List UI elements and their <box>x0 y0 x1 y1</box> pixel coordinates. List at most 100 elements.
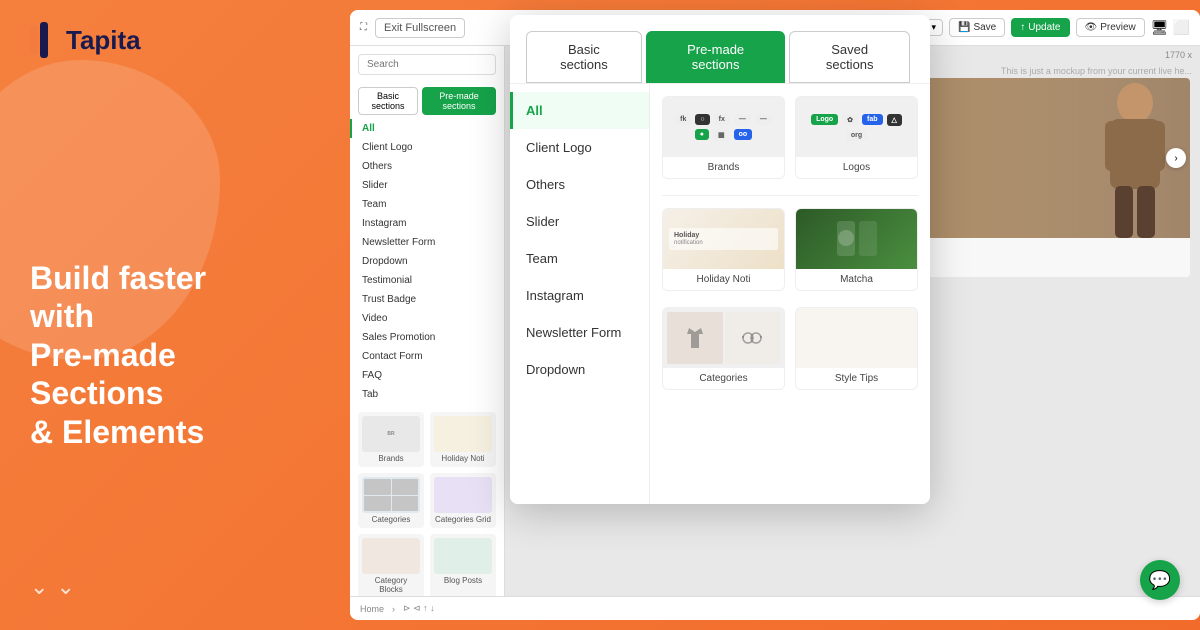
exit-fullscreen-button[interactable]: Exit Fullscreen <box>375 18 465 38</box>
thumb-brands[interactable]: BR Brands <box>358 412 424 467</box>
brand-chip-2: ○ <box>695 114 709 125</box>
sidebar-tab-basic[interactable]: Basic sections <box>358 87 418 115</box>
sidebar-category-all[interactable]: All <box>350 119 504 138</box>
matcha-card-image <box>796 209 917 269</box>
thumb-categories-grid[interactable]: Categories Grid <box>430 473 496 528</box>
tab-basic-sections[interactable]: Basic sections <box>526 31 642 83</box>
sidebar-category-others[interactable]: Others <box>350 157 504 176</box>
preview-icon: 👁 <box>1085 22 1098 33</box>
section-card-logos[interactable]: Logo ✿ fab △ org Logos <box>795 96 918 179</box>
holiday-card-image: Holiday notification <box>663 209 784 269</box>
divider-1 <box>662 195 918 196</box>
brand-chip-3: fx <box>714 114 730 125</box>
thumb-categories[interactable]: Categories <box>358 473 424 528</box>
logo-chip-5: org <box>846 130 867 141</box>
thumb-blog-posts[interactable]: Blog Posts <box>430 534 496 598</box>
nav-item-dropdown[interactable]: Dropdown <box>510 351 649 388</box>
bottom-nav-icons: ⊳ ⊲ ↑ ↓ <box>403 603 435 614</box>
categories-card-image <box>663 308 784 368</box>
section-grid-row1: fk ○ fx — — ● ▦ oo Brands <box>662 96 918 179</box>
holiday-card-label: Holiday Noti <box>663 269 784 290</box>
builder-bottom-bar: Home › ⊳ ⊲ ↑ ↓ <box>350 596 1200 620</box>
thumb-blog-posts-label: Blog Posts <box>434 576 492 585</box>
sidebar-category-faq[interactable]: FAQ <box>350 366 504 385</box>
sidebar-category-client-logo[interactable]: Client Logo <box>350 138 504 157</box>
tab-saved-sections[interactable]: Saved sections <box>789 31 910 83</box>
chat-bubble-button[interactable]: 💬 <box>1140 560 1180 600</box>
nav-item-instagram[interactable]: Instagram <box>510 277 649 314</box>
sidebar-category-sales[interactable]: Sales Promotion <box>350 328 504 347</box>
sidebar-category-instagram[interactable]: Instagram <box>350 214 504 233</box>
thumb-holiday-label: Holiday Noti <box>434 454 492 463</box>
panel-content: fk ○ fx — — ● ▦ oo Brands <box>650 84 930 504</box>
sidebar-category-tab[interactable]: Tab <box>350 385 504 404</box>
brand-chip-8: oo <box>734 129 753 140</box>
section-card-categories[interactable]: Categories <box>662 307 785 390</box>
section-grid-row3: Categories Style Tips <box>662 307 918 390</box>
thumb-categories-label: Categories <box>362 515 420 524</box>
sidebar-category-video[interactable]: Video <box>350 309 504 328</box>
panel-tabs: Basic sections Pre-made sections Saved s… <box>510 15 930 84</box>
section-card-holiday[interactable]: Holiday notification Holiday Noti <box>662 208 785 291</box>
nav-item-team[interactable]: Team <box>510 240 649 277</box>
nav-item-client-logo[interactable]: Client Logo <box>510 129 649 166</box>
dots-decoration: ⌄⌄ <box>30 574 75 600</box>
categories-card-label: Categories <box>663 368 784 389</box>
category-jacket-icon <box>685 324 705 352</box>
chat-icon: 💬 <box>1149 570 1171 591</box>
brands-card-image: fk ○ fx — — ● ▦ oo <box>663 97 784 157</box>
thumb-category-blocks[interactable]: Category Blocks <box>358 534 424 598</box>
nav-item-all[interactable]: All <box>510 92 649 129</box>
nav-item-newsletter[interactable]: Newsletter Form <box>510 314 649 351</box>
headline-line1: Build faster <box>30 259 310 297</box>
save-button[interactable]: 💾 Save <box>949 18 1005 37</box>
nav-item-slider[interactable]: Slider <box>510 203 649 240</box>
update-icon: ↑ <box>1020 22 1025 33</box>
brand-chip-1: fk <box>675 114 691 125</box>
brand-logos-row: fk ○ fx — — ● ▦ oo <box>663 110 784 145</box>
logos-row: Logo ✿ fab △ org <box>796 110 917 145</box>
headline: Build faster with Pre-made Sections & El… <box>30 259 310 451</box>
section-card-style-tips[interactable]: Style Tips <box>795 307 918 390</box>
headline-line2: with <box>30 297 310 335</box>
panel-nav: All Client Logo Others Slider Team Insta… <box>510 84 650 504</box>
holiday-text: Holiday <box>674 231 773 240</box>
thumb-categories-grid-label: Categories Grid <box>434 515 492 524</box>
thumb-brands-label: Brands <box>362 454 420 463</box>
tab-premade-sections[interactable]: Pre-made sections <box>646 31 786 83</box>
logos-card-image: Logo ✿ fab △ org <box>796 97 917 157</box>
style-tips-card-label: Style Tips <box>796 368 917 389</box>
logos-card-label: Logos <box>796 157 917 178</box>
brand-chip-5: — <box>755 114 772 125</box>
sidebar-category-trustbadge[interactable]: Trust Badge <box>350 290 504 309</box>
preview-button[interactable]: 👁 Preview <box>1076 18 1145 37</box>
section-card-brands[interactable]: fk ○ fx — — ● ▦ oo Brands <box>662 96 785 179</box>
desktop-view-icon[interactable]: 🖥 <box>1151 19 1169 36</box>
sidebar-category-newsletter[interactable]: Newsletter Form <box>350 233 504 252</box>
nav-item-others[interactable]: Others <box>510 166 649 203</box>
style-tips-card-image <box>796 308 917 368</box>
brand-chip-6: ● <box>695 129 709 140</box>
canvas-next-arrow[interactable]: › <box>1166 148 1186 168</box>
logo-chip-2: ✿ <box>842 114 858 126</box>
sidebar-search-input[interactable] <box>358 54 496 75</box>
sidebar-category-team[interactable]: Team <box>350 195 504 214</box>
sidebar-category-slider[interactable]: Slider <box>350 176 504 195</box>
sidebar-category-contact[interactable]: Contact Form <box>350 347 504 366</box>
logo-text: Tapita <box>66 25 141 56</box>
tablet-view-icon[interactable]: ⬜ <box>1173 19 1190 36</box>
category-glasses-icon <box>742 328 762 348</box>
logo-chip-3: fab <box>862 114 883 125</box>
logo-area: Tapita <box>30 22 141 58</box>
section-card-matcha[interactable]: Matcha <box>795 208 918 291</box>
headline-line3: Pre-made <box>30 336 310 374</box>
holiday-subtext: notification <box>674 240 773 248</box>
update-button[interactable]: ↑ Update <box>1011 18 1069 37</box>
sidebar-category-testimonial[interactable]: Testimonial <box>350 271 504 290</box>
thumb-holiday[interactable]: Holiday Noti <box>430 412 496 467</box>
sidebar-tab-premade[interactable]: Pre-made sections <box>422 87 496 115</box>
sidebar-category-dropdown[interactable]: Dropdown <box>350 252 504 271</box>
ui-mockup: ⛶ Exit Fullscreen 🔍 ▾ 💾 Save ↑ Update 👁 … <box>350 10 1200 620</box>
brand-chip-4: — <box>734 114 751 125</box>
left-content: Build faster with Pre-made Sections & El… <box>30 0 310 630</box>
